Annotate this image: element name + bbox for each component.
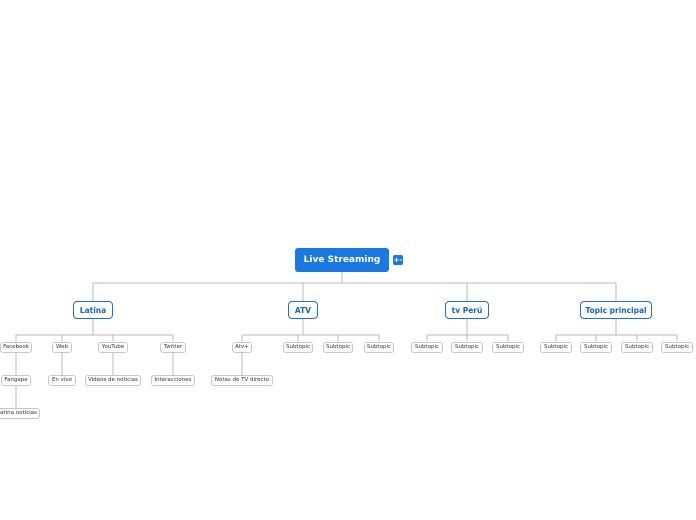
subtopic-subtopic[interactable]: Subtopic [661, 341, 693, 353]
subtopic-web[interactable]: Web [52, 341, 72, 353]
subtopic-twitter[interactable]: Twitter [160, 341, 186, 353]
topic-latina[interactable]: Latina [73, 301, 113, 319]
subtopic-latina-noticias[interactable]: Latina noticias [0, 407, 40, 419]
subtopic-subtopic[interactable]: Subtopic [492, 341, 524, 353]
mindmap-canvas: Live Streaming +- Latina Facebook Fangape Lat… [0, 0, 696, 520]
topic-tv-peru[interactable]: tv Perú [445, 301, 489, 319]
collapse-toggle-icon[interactable]: +- [393, 255, 403, 265]
subtopic-interacciones[interactable]: Interacciones [151, 374, 195, 386]
subtopic-fangape[interactable]: Fangape [1, 374, 31, 386]
subtopic-subtopic[interactable]: Subtopic [451, 341, 483, 353]
topic-atv[interactable]: ATV [288, 301, 318, 319]
subtopic-youtube[interactable]: YouTube [98, 341, 128, 353]
subtopic-subtopic[interactable]: Subtopic [621, 341, 653, 353]
central-topic[interactable]: Live Streaming [295, 248, 389, 272]
topic-topic-principal[interactable]: Topic principal [580, 301, 652, 319]
subtopic-subtopic[interactable]: Subtopic [580, 341, 612, 353]
subtopic-subtopic[interactable]: Subtopic [364, 341, 394, 353]
subtopic-videos-de-noticias[interactable]: Videos de noticias [85, 374, 141, 386]
subtopic-en-vivo[interactable]: En vivo [48, 374, 76, 386]
subtopic-notas-de-tv-directo[interactable]: Notas de TV directo [211, 374, 273, 386]
subtopic-subtopic[interactable]: Subtopic [283, 341, 313, 353]
subtopic-subtopic[interactable]: Subtopic [540, 341, 572, 353]
subtopic-subtopic[interactable]: Subtopic [323, 341, 353, 353]
subtopic-subtopic[interactable]: Subtopic [411, 341, 443, 353]
subtopic-atv[interactable]: Atv+ [232, 341, 252, 353]
subtopic-facebook[interactable]: Facebook [0, 341, 32, 353]
